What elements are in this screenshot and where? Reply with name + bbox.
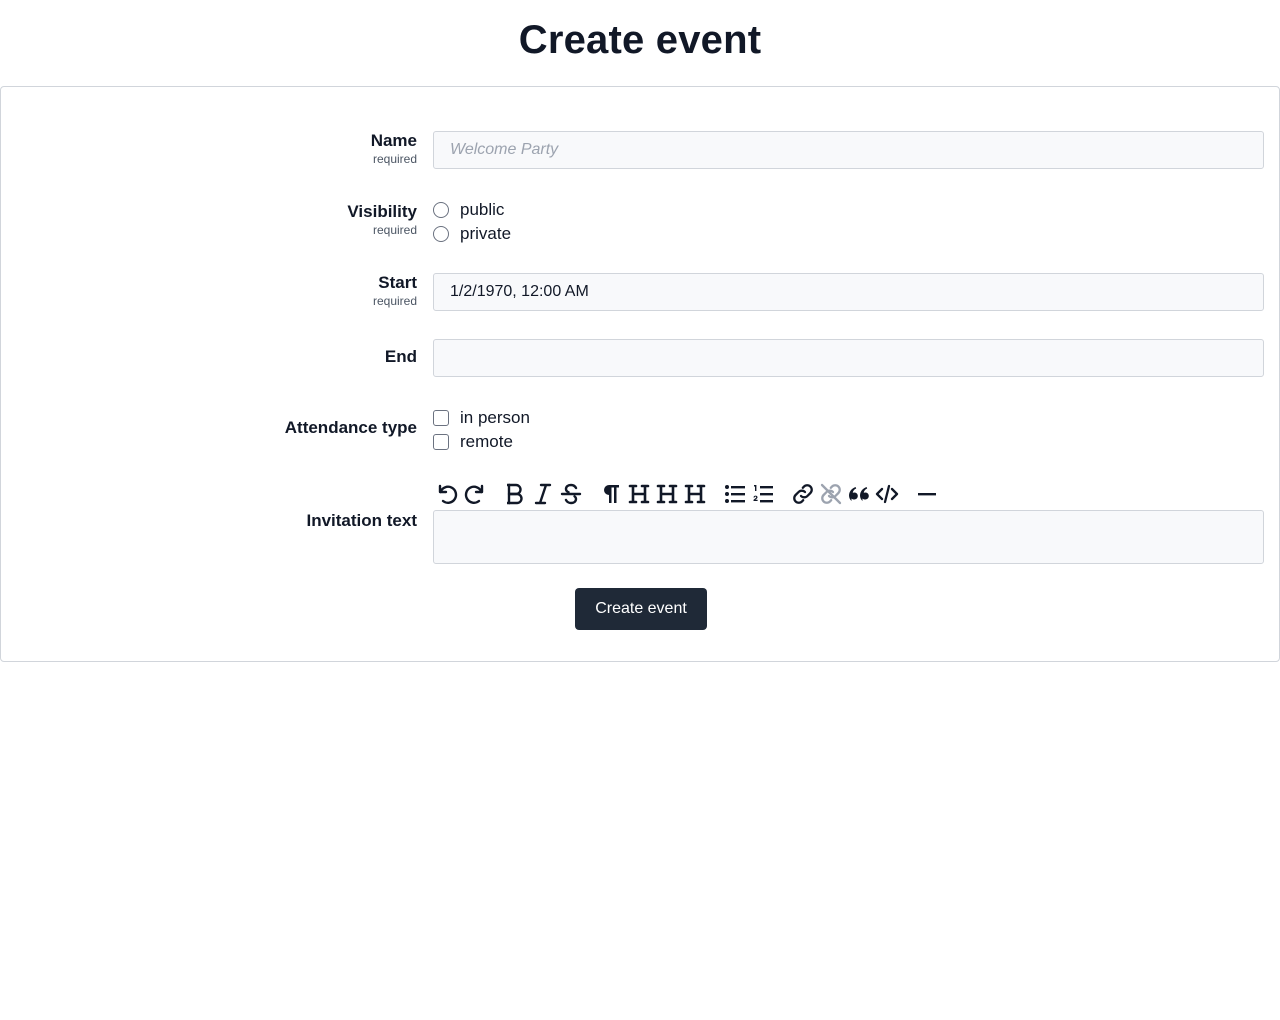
redo-icon[interactable]: [461, 480, 489, 508]
invitation-label: Invitation text: [306, 511, 417, 530]
attendance-label-group: Attendance type: [1, 418, 417, 438]
private-radio[interactable]: [433, 226, 449, 242]
heading-3-icon[interactable]: [681, 480, 709, 508]
visibility-label-group: Visibility required: [1, 202, 417, 238]
page-title: Create event: [518, 18, 762, 62]
end-label: End: [384, 347, 417, 366]
ordered-list-icon[interactable]: [749, 480, 777, 508]
attendance-label: Attendance type: [284, 418, 417, 437]
name-input[interactable]: [433, 131, 1264, 169]
heading-2-icon[interactable]: [653, 480, 681, 508]
remote-checkbox[interactable]: [433, 434, 449, 450]
code-icon[interactable]: [873, 480, 901, 508]
heading-1-icon[interactable]: [625, 480, 653, 508]
create-event-button[interactable]: Create event: [575, 588, 707, 630]
paragraph-icon[interactable]: [597, 480, 625, 508]
public-radio[interactable]: [433, 202, 449, 218]
remote-checkbox-label: remote: [460, 432, 513, 451]
visibility-option-private[interactable]: private: [433, 222, 1264, 246]
undo-icon[interactable]: [433, 480, 461, 508]
visibility-required-hint: required: [372, 223, 417, 237]
strikethrough-icon[interactable]: [557, 480, 585, 508]
horizontal-rule-icon[interactable]: [913, 480, 941, 508]
start-label-group: Start required: [1, 273, 417, 309]
bold-icon[interactable]: [501, 480, 529, 508]
end-label-group: End: [1, 347, 417, 367]
end-datetime-input[interactable]: [433, 339, 1264, 377]
bullet-list-icon[interactable]: [721, 480, 749, 508]
italic-icon[interactable]: [529, 480, 557, 508]
attendance-option-in-person[interactable]: in person: [433, 406, 1264, 430]
visibility-label: Visibility: [347, 202, 417, 221]
invitation-label-group: Invitation text: [1, 511, 417, 531]
private-radio-label: private: [460, 224, 512, 243]
start-label: Start: [378, 273, 417, 292]
in-person-checkbox-label: in person: [460, 408, 530, 427]
name-label: Name: [370, 131, 417, 150]
in-person-checkbox[interactable]: [433, 410, 449, 426]
link-icon[interactable]: [789, 480, 817, 508]
start-datetime-input[interactable]: 1/2/1970, 12:00 AM: [433, 273, 1264, 311]
start-required-hint: required: [372, 294, 417, 308]
visibility-option-public[interactable]: public: [433, 198, 1264, 222]
attendance-option-remote[interactable]: remote: [433, 430, 1264, 454]
name-label-group: Name required: [1, 131, 417, 167]
unlink-icon[interactable]: [817, 480, 845, 508]
event-form: Name required Visibility required public…: [0, 86, 1280, 662]
blockquote-icon[interactable]: [845, 480, 873, 508]
editor-toolbar: [433, 480, 941, 508]
invitation-text-editor[interactable]: [433, 510, 1264, 564]
public-radio-label: public: [460, 200, 505, 219]
name-required-hint: required: [372, 152, 417, 166]
